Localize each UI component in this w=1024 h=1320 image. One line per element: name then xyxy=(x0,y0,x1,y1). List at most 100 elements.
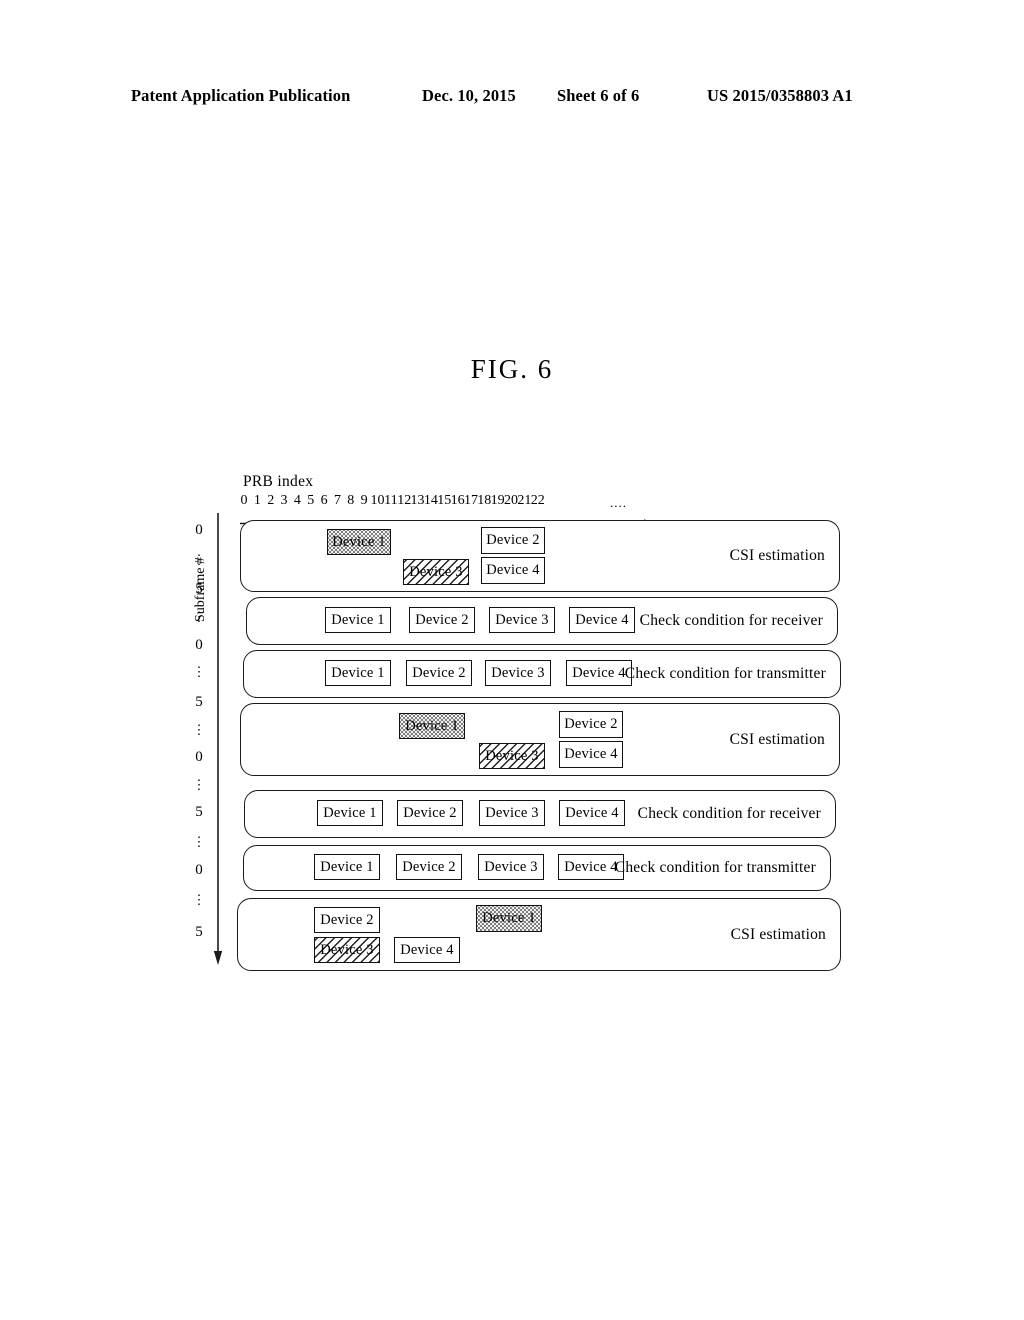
subframe-row-7[interactable]: Device 2 Device 1 Device 3 Device 4 CSI esti… xyxy=(237,898,841,971)
subframe-tick-0: 0 xyxy=(195,522,203,538)
subframe-tick-13: ⋮ xyxy=(192,892,206,907)
prb-tick-13: 13 xyxy=(410,493,425,508)
device-block-device-2-row-4[interactable]: Device 2 xyxy=(559,711,623,738)
device-block-label: Device 1 xyxy=(332,533,386,550)
subframe-row-caption-2: Check condition for receiver xyxy=(639,612,823,629)
device-block-device-4-row-7[interactable]: Device 4 xyxy=(394,937,460,963)
device-block-device-1-row-5[interactable]: Device 1 xyxy=(317,800,383,826)
prb-tick-1: 1 xyxy=(253,493,261,508)
device-block-device-3-row-5[interactable]: Device 3 xyxy=(479,800,545,826)
prb-tick-3: 3 xyxy=(280,493,288,508)
device-block-label: Device 1 xyxy=(405,717,459,734)
subframe-row-caption-4: CSI estimation xyxy=(729,730,825,748)
device-block-label: Device 3 xyxy=(485,747,539,764)
device-block-device-3-row-6[interactable]: Device 3 xyxy=(478,854,544,880)
device-block-label: Device 4 xyxy=(486,562,540,579)
device-block-device-1-row-1[interactable]: Device 1 xyxy=(327,529,391,555)
device-block-label: Device 3 xyxy=(320,941,374,958)
device-block-label: Device 2 xyxy=(403,804,457,821)
prb-tick-ellipsis: .... xyxy=(610,495,627,510)
subframe-row-4[interactable]: Device 1 Device 2 Device 3 Device 4 CSI esti… xyxy=(240,703,840,776)
subframe-row-5[interactable]: Device 1 Device 2 Device 3 Device 4 Check co… xyxy=(244,790,836,838)
subframe-tick-5: ⋮ xyxy=(192,664,206,679)
device-block-label: Device 1 xyxy=(331,611,385,628)
device-block-label: Device 4 xyxy=(575,611,629,628)
device-block-device-3-row-2[interactable]: Device 3 xyxy=(489,607,555,633)
device-block-device-2-row-2[interactable]: Device 2 xyxy=(409,607,475,633)
device-block-device-4-row-3[interactable]: Device 4 xyxy=(566,660,632,686)
device-block-label: Device 2 xyxy=(412,664,466,681)
subframe-tick-10: 5 xyxy=(195,804,203,820)
device-block-label: Device 4 xyxy=(565,804,619,821)
subframe-tick-7: ⋮ xyxy=(192,722,206,737)
device-block-label: Device 1 xyxy=(331,664,385,681)
device-block-device-1-row-7[interactable]: Device 1 xyxy=(476,905,542,932)
device-block-device-2-row-7[interactable]: Device 2 xyxy=(314,907,380,933)
device-block-label: Device 3 xyxy=(409,563,463,580)
prb-tick-7: 7 xyxy=(333,493,341,508)
prb-tick-4: 4 xyxy=(293,493,301,508)
device-block-device-1-row-4[interactable]: Device 1 xyxy=(399,713,465,739)
subframe-row-3[interactable]: Device 1 Device 2 Device 3 Device 4 Check co… xyxy=(243,650,841,698)
device-block-label: Device 1 xyxy=(320,858,374,875)
subframe-tick-9: ⋮ xyxy=(192,777,206,792)
subframe-tick-4: 0 xyxy=(195,637,203,653)
prb-tick-10: 10 xyxy=(370,493,385,508)
subframe-row-caption-7: CSI estimation xyxy=(730,925,826,943)
prb-tick-17: 17 xyxy=(463,493,478,508)
device-block-device-1-row-3[interactable]: Device 1 xyxy=(325,660,391,686)
subframe-row-caption-5: Check condition for receiver xyxy=(637,805,821,822)
device-block-device-3-row-7[interactable]: Device 3 xyxy=(314,937,380,963)
device-block-label: Device 3 xyxy=(491,664,545,681)
device-block-device-2-row-3[interactable]: Device 2 xyxy=(406,660,472,686)
prb-tick-21: 21 xyxy=(517,493,532,508)
device-block-label: Device 1 xyxy=(323,804,377,821)
subframe-tick-2: 5 xyxy=(195,581,203,597)
device-block-device-2-row-6[interactable]: Device 2 xyxy=(396,854,462,880)
prb-tick-12: 12 xyxy=(397,493,412,508)
prb-index-axis-label: PRB index xyxy=(243,473,314,490)
subframe-row-6[interactable]: Device 1 Device 2 Device 3 Device 4 Check co… xyxy=(243,845,831,891)
subframe-tick-8: 0 xyxy=(195,749,203,765)
prb-tick-2: 2 xyxy=(267,493,275,508)
prb-tick-14: 14 xyxy=(423,493,438,508)
subframe-tick-11: ⋮ xyxy=(192,834,206,849)
subframe-tick-1: ⋮ xyxy=(192,552,206,567)
device-block-label: Device 4 xyxy=(564,858,618,875)
device-block-device-3-row-1[interactable]: Device 3 xyxy=(403,559,469,585)
prb-tick-5: 5 xyxy=(307,493,315,508)
subframe-tick-column: 0 ⋮ 5 ⋮ 0 ⋮ 5 ⋮ 0 ⋮ 5 ⋮ 0 ⋮ 5 xyxy=(186,505,212,975)
device-block-label: Device 2 xyxy=(415,611,469,628)
subframe-axis-arrow-icon xyxy=(213,513,223,965)
device-block-label: Device 2 xyxy=(320,911,374,928)
device-block-device-3-row-3[interactable]: Device 3 xyxy=(485,660,551,686)
device-block-label: Device 2 xyxy=(486,532,540,549)
subframe-row-caption-6: Check condition for transmitter xyxy=(614,859,816,876)
device-block-device-4-row-4[interactable]: Device 4 xyxy=(559,741,623,768)
prb-tick-11: 11 xyxy=(384,493,398,508)
device-block-device-1-row-2[interactable]: Device 1 xyxy=(325,607,391,633)
subframe-tick-6: 5 xyxy=(195,694,203,710)
device-block-device-1-row-6[interactable]: Device 1 xyxy=(314,854,380,880)
device-block-device-3-row-4[interactable]: Device 3 xyxy=(479,743,545,769)
device-block-label: Device 4 xyxy=(400,941,454,958)
device-block-device-4-row-2[interactable]: Device 4 xyxy=(569,607,635,633)
prb-tick-19: 19 xyxy=(490,493,505,508)
prb-tick-15: 15 xyxy=(437,493,452,508)
device-block-device-4-row-5[interactable]: Device 4 xyxy=(559,800,625,826)
device-block-label: Device 3 xyxy=(485,804,539,821)
prb-tick-0: 0 xyxy=(240,493,248,508)
device-block-label: Device 2 xyxy=(564,716,618,733)
prb-tick-8: 8 xyxy=(347,493,355,508)
device-block-label: Device 1 xyxy=(482,910,536,927)
prb-tick-9: 9 xyxy=(360,493,368,508)
device-block-label: Device 4 xyxy=(564,746,618,763)
subframe-tick-12: 0 xyxy=(195,862,203,878)
device-block-device-2-row-5[interactable]: Device 2 xyxy=(397,800,463,826)
device-block-label: Device 4 xyxy=(572,664,626,681)
device-block-device-2-row-1[interactable]: Device 2 xyxy=(481,527,545,554)
subframe-row-1[interactable]: Device 1 Device 2 Device 3 Device 4 CSI esti… xyxy=(240,520,840,592)
subframe-row-2[interactable]: Device 1 Device 2 Device 3 Device 4 Check co… xyxy=(246,597,838,645)
device-block-device-4-row-1[interactable]: Device 4 xyxy=(481,557,545,584)
subframe-row-caption-1: CSI estimation xyxy=(729,547,825,564)
